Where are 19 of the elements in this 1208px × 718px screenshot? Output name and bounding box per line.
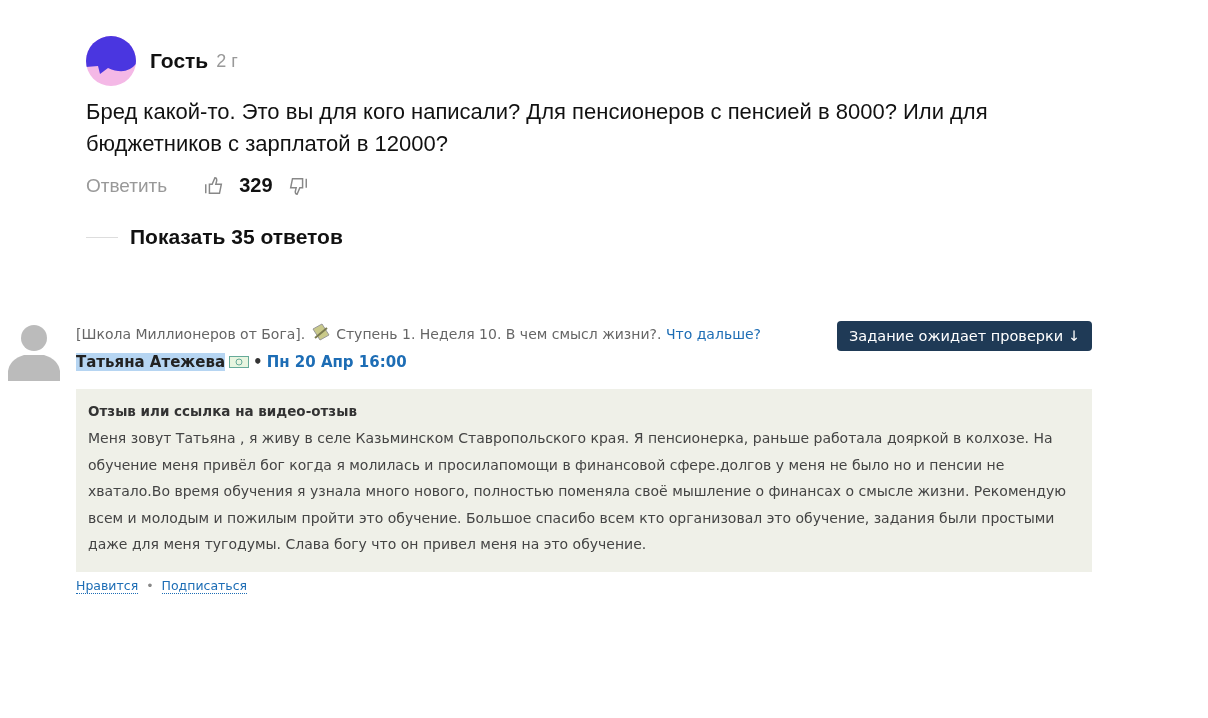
field-label: Отзыв или ссылка на видео-отзыв xyxy=(88,403,358,419)
user-name-link[interactable]: Татьяна Атежева xyxy=(76,353,226,371)
show-replies-link[interactable]: Показать 35 ответов xyxy=(130,225,343,249)
date-link[interactable]: Пн 20 Апр 16:00 xyxy=(266,353,407,371)
task-title: [Школа Миллионеров от Бога]. Ступень 1. Неделя 10. В чем смысл жизни?. Что дальше? xyxy=(76,323,776,346)
reply-link[interactable]: Ответить xyxy=(86,174,168,197)
status-button[interactable]: Задание ожидает проверки ↓ xyxy=(837,321,1092,351)
avatar-icon xyxy=(86,36,136,86)
separator-dot: • xyxy=(253,353,263,371)
separator-dot: • xyxy=(146,578,154,593)
next-link[interactable]: Что дальше? xyxy=(665,326,761,342)
banknote-icon xyxy=(229,356,250,368)
like-count: 329 xyxy=(239,174,273,197)
comment-age: 2 г xyxy=(216,50,238,72)
review-text: Меня зовут Татьяна , я живу в селе Казьминском Ставропольского края. Я пенсионерка, раньше работала дояркой в колхозе. На обучение меня привёл бог когда я молилась и просилапомощи в финансовой сфере.долгов у меня не было но и пенсии не хватало.Во время обучения я узнала много нового, полностью поменяла своё мышление о финансах о смысле жизни. Рекомендую всем и молодым и пожилым пройти это обучение. Большое спасибо всем кто организовал это обучение, задания были простыми даже для меня тугодумы. Слава богу что он привел меня на это обучение. xyxy=(88,429,1067,554)
action-link[interactable]: Подписаться xyxy=(161,577,248,594)
comment-text: Бред какой-то. Это вы для кого написали? Для пенсионеров с пенсией в 8000? Или для бюджетников с зарплатой в 12000? xyxy=(86,98,989,158)
author-name[interactable]: Гость xyxy=(150,49,209,73)
action-link[interactable]: Нравится xyxy=(76,577,139,594)
